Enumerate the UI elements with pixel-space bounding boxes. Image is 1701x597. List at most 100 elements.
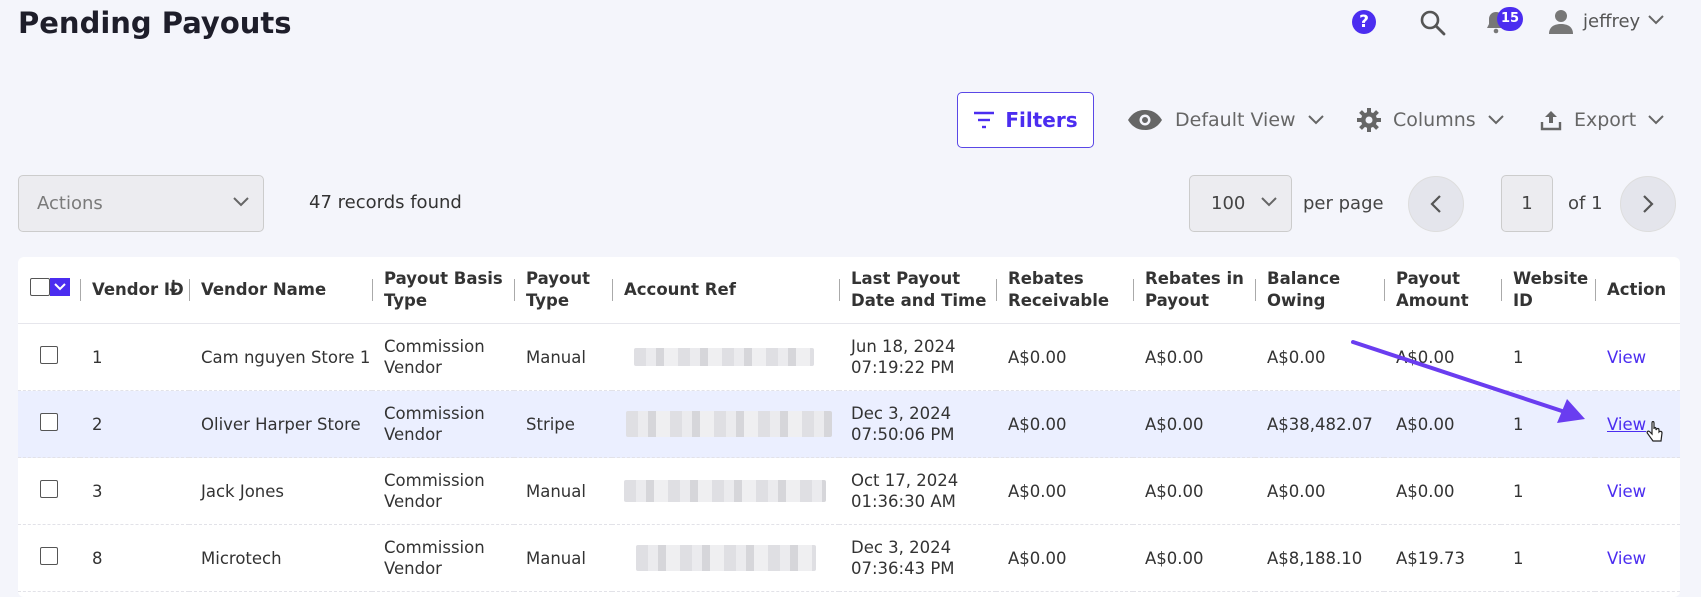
cell-account-ref	[612, 390, 839, 458]
view-link[interactable]: View	[1607, 415, 1646, 434]
user-avatar-icon[interactable]	[1548, 8, 1574, 34]
cell-payout-basis: Commission Vendor	[372, 457, 514, 525]
records-count: 47 records found	[309, 192, 462, 213]
cell-last-payout: Dec 3, 2024 07:50:06 PM	[839, 390, 996, 458]
view-link[interactable]: View	[1607, 482, 1646, 501]
select-all-checkbox[interactable]	[30, 278, 70, 296]
cell-payout-basis: Commission Vendor	[372, 390, 514, 458]
payouts-table: Vendor ID ↓ Vendor Name Payout Basis Type…	[18, 257, 1680, 597]
row-checkbox[interactable]	[40, 412, 58, 431]
cell-payout-amount: A$0.00	[1384, 390, 1501, 458]
notification-badge: 15	[1497, 7, 1523, 31]
cell-vendor-id: 1	[80, 323, 189, 391]
help-icon[interactable]: ?	[1352, 10, 1376, 34]
col-last-payout-date[interactable]: Last Payout Date and Time	[839, 257, 996, 324]
col-rebates-in-payout[interactable]: Rebates in Payout	[1133, 257, 1255, 324]
view-link[interactable]: View	[1607, 348, 1646, 367]
cell-rebates-in-payout: A$0.00	[1133, 390, 1255, 458]
table-row[interactable]: 8 Microtech Commission Vendor Manual Dec…	[18, 524, 1680, 592]
cell-balance-owing: A$0.00	[1255, 457, 1384, 525]
export-selector[interactable]: Export	[1540, 100, 1664, 140]
cell-last-payout: Dec 3, 2024 07:36:43 PM	[839, 524, 996, 592]
table-row[interactable]: 3 Jack Jones Commission Vendor Manual Oc…	[18, 457, 1680, 525]
pointer-cursor-icon	[1646, 421, 1663, 442]
cell-last-payout: Oct 17, 2024 01:36:30 AM	[839, 457, 996, 525]
cell-payout-amount: A$0.00	[1384, 457, 1501, 525]
col-vendor-name[interactable]: Vendor Name	[189, 257, 372, 324]
chevron-down-icon	[1261, 197, 1277, 207]
chevron-down-icon	[1307, 115, 1324, 125]
chevron-left-icon	[1430, 195, 1441, 213]
cell-rebates-in-payout: A$0.00	[1133, 524, 1255, 592]
chevron-right-icon	[1643, 195, 1654, 213]
cell-account-ref	[612, 323, 839, 391]
col-payout-type[interactable]: Payout Type	[514, 257, 612, 324]
next-page-button[interactable]	[1620, 176, 1676, 232]
page-input[interactable]: 1	[1501, 175, 1553, 232]
cell-account-ref	[612, 457, 839, 525]
cell-vendor-name: Oliver Harper Store	[189, 390, 372, 458]
row-checkbox[interactable]	[40, 345, 58, 364]
cell-payout-type: Manual	[514, 457, 612, 525]
cell-payout-basis: Commission Vendor	[372, 524, 514, 592]
per-page-dropdown[interactable]: 100	[1189, 175, 1292, 232]
chevron-down-icon	[1648, 115, 1664, 125]
cell-payout-amount: A$19.73	[1384, 524, 1501, 592]
table-row[interactable]: 1 Cam nguyen Store 1 Commission Vendor M…	[18, 323, 1680, 391]
per-page-value: 100	[1211, 193, 1246, 214]
search-icon[interactable]	[1419, 9, 1447, 37]
select-all-header	[18, 257, 80, 324]
cell-balance-owing: A$0.00	[1255, 323, 1384, 391]
columns-selector[interactable]: Columns	[1357, 100, 1504, 140]
row-checkbox[interactable]	[40, 546, 58, 565]
user-name[interactable]: jeffrey	[1583, 11, 1640, 32]
cell-balance-owing: A$38,482.07	[1255, 390, 1384, 458]
cell-payout-basis: Commission Vendor	[372, 323, 514, 391]
cell-payout-type: Manual	[514, 323, 612, 391]
cell-rebates-receivable: A$0.00	[996, 390, 1133, 458]
cell-rebates-receivable: A$0.00	[996, 323, 1133, 391]
cell-vendor-name: Jack Jones	[189, 457, 372, 525]
col-balance-owing[interactable]: Balance Owing	[1255, 257, 1384, 324]
filter-icon	[974, 111, 995, 129]
view-selector[interactable]: Default View	[1127, 100, 1324, 140]
cell-last-payout: Jun 18, 2024 07:19:22 PM	[839, 323, 996, 391]
cell-payout-type: Manual	[514, 524, 612, 592]
cell-website-id: 1	[1501, 524, 1595, 592]
chevron-down-icon	[233, 197, 249, 207]
eye-icon	[1128, 110, 1162, 130]
col-action: Action	[1595, 257, 1680, 324]
col-payout-amount[interactable]: Payout Amount	[1384, 257, 1501, 324]
actions-placeholder: Actions	[37, 193, 103, 214]
cell-account-ref	[612, 524, 839, 592]
cell-payout-amount: A$0.00	[1384, 323, 1501, 391]
row-checkbox[interactable]	[40, 479, 58, 498]
col-account-ref[interactable]: Account Ref	[612, 257, 839, 324]
view-label: Default View	[1175, 109, 1296, 131]
col-payout-basis-type[interactable]: Payout Basis Type	[372, 257, 514, 324]
cell-vendor-id: 3	[80, 457, 189, 525]
cell-vendor-id: 8	[80, 524, 189, 592]
cell-rebates-in-payout: A$0.00	[1133, 323, 1255, 391]
columns-label: Columns	[1393, 109, 1476, 131]
cell-website-id: 1	[1501, 323, 1595, 391]
chevron-down-icon	[1487, 115, 1504, 125]
cell-payout-type: Stripe	[514, 390, 612, 458]
chevron-down-icon[interactable]	[1648, 15, 1664, 25]
col-website-id[interactable]: Website ID	[1501, 257, 1595, 324]
filters-button[interactable]: Filters	[957, 92, 1094, 148]
cell-website-id: 1	[1501, 390, 1595, 458]
sort-down-icon[interactable]: ↓	[166, 277, 181, 299]
cell-rebates-receivable: A$0.00	[996, 457, 1133, 525]
cell-rebates-in-payout: A$0.00	[1133, 457, 1255, 525]
view-link[interactable]: View	[1607, 549, 1646, 568]
export-label: Export	[1574, 109, 1637, 131]
actions-dropdown[interactable]: Actions	[18, 175, 264, 232]
table-row[interactable]: 2 Oliver Harper Store Commission Vendor …	[18, 390, 1680, 458]
select-dropdown-icon[interactable]	[50, 278, 70, 296]
upload-icon	[1540, 111, 1562, 131]
page-total-label: of 1	[1568, 193, 1603, 214]
col-rebates-receivable[interactable]: Rebates Receivable	[996, 257, 1133, 324]
col-vendor-id[interactable]: Vendor ID ↓	[80, 257, 189, 324]
prev-page-button[interactable]	[1408, 176, 1464, 232]
